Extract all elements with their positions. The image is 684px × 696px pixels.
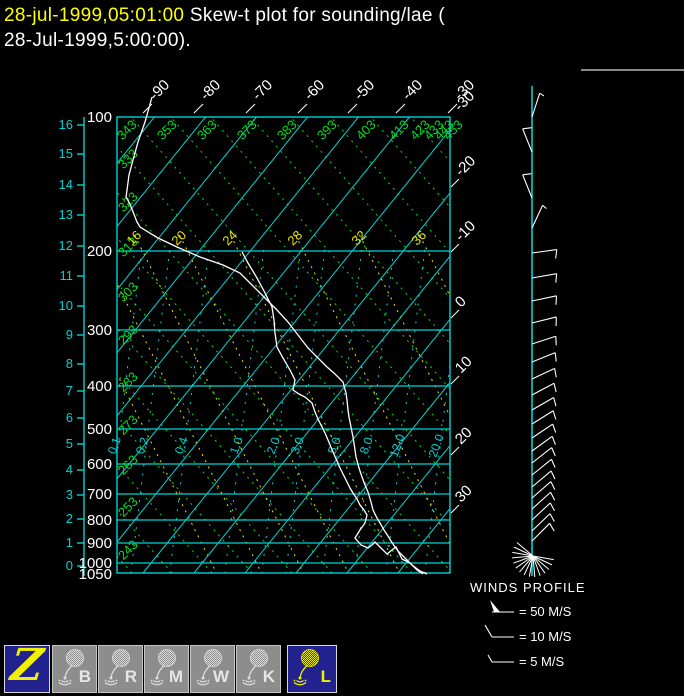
svg-text:0.1: 0.1 xyxy=(105,435,124,456)
winds-profile: WINDS PROFILE xyxy=(470,86,586,595)
toolbar-button-b[interactable]: B xyxy=(52,645,97,693)
svg-text:343: 343 xyxy=(114,117,140,143)
svg-text:1050: 1050 xyxy=(79,566,112,583)
button-label: R xyxy=(124,667,137,686)
svg-text:403: 403 xyxy=(353,117,379,143)
toolbar: ZBRMWKL xyxy=(0,639,360,696)
svg-text:WINDS PROFILE: WINDS PROFILE xyxy=(470,580,586,595)
svg-text:15: 15 xyxy=(59,146,73,161)
button-label: K xyxy=(262,667,275,686)
wind-legend: = 50 M/S = 10 M/S = 5 M/S xyxy=(484,600,572,669)
svg-text:-40: -40 xyxy=(399,76,426,103)
svg-text:0: 0 xyxy=(452,293,470,311)
svg-text:= 50 M/S: = 50 M/S xyxy=(519,604,572,619)
zebra-logo-icon: Z xyxy=(8,639,46,691)
svg-text:-90: -90 xyxy=(146,76,173,103)
svg-text:4: 4 xyxy=(66,462,73,477)
svg-text:800: 800 xyxy=(87,512,112,529)
svg-text:300: 300 xyxy=(87,322,112,339)
svg-text:333: 333 xyxy=(115,146,141,172)
svg-text:0.2: 0.2 xyxy=(133,435,152,456)
svg-text:3.0: 3.0 xyxy=(288,435,307,456)
skewt-plot: 343 353 363 373 383 393 403 4134234334434533333… xyxy=(59,76,586,669)
plot-grid xyxy=(117,117,450,573)
toolbar-button-r[interactable]: R xyxy=(98,645,143,693)
toolbar-button-l[interactable]: L xyxy=(287,645,337,693)
svg-text:100: 100 xyxy=(87,109,112,126)
svg-text:363: 363 xyxy=(194,117,220,143)
svg-text:32: 32 xyxy=(348,227,369,248)
svg-text:323: 323 xyxy=(115,189,141,215)
svg-text:2.0: 2.0 xyxy=(264,435,283,456)
svg-text:253: 253 xyxy=(115,494,141,520)
svg-text:28: 28 xyxy=(284,227,305,248)
svg-text:243: 243 xyxy=(115,537,141,563)
svg-text:13: 13 xyxy=(59,207,73,222)
svg-text:-70: -70 xyxy=(249,76,276,103)
toolbar-button-w[interactable]: W xyxy=(190,645,235,693)
toolbar-button-k[interactable]: K xyxy=(236,645,281,693)
temperature-trace xyxy=(125,96,428,575)
svg-text:5: 5 xyxy=(66,436,73,451)
button-label: L xyxy=(320,667,331,686)
svg-text:= 5 M/S: = 5 M/S xyxy=(519,654,564,669)
svg-text:-60: -60 xyxy=(301,76,328,103)
right-temperature-labels: -30-20-100102030 xyxy=(450,87,479,514)
weather-balloon-icon xyxy=(293,649,319,686)
svg-text:500: 500 xyxy=(87,421,112,438)
toolbar-button-z[interactable]: Z xyxy=(4,639,50,693)
svg-text:= 10 M/S: = 10 M/S xyxy=(519,629,572,644)
svg-text:36: 36 xyxy=(408,227,429,248)
svg-text:600: 600 xyxy=(87,456,112,473)
svg-text:3: 3 xyxy=(66,487,73,502)
svg-text:16: 16 xyxy=(59,117,73,132)
svg-text:6: 6 xyxy=(66,410,73,425)
svg-text:7: 7 xyxy=(66,383,73,398)
button-label: W xyxy=(212,667,229,686)
button-label: M xyxy=(168,667,183,686)
svg-text:30: 30 xyxy=(452,482,476,506)
svg-text:10: 10 xyxy=(59,298,73,313)
toolbar-button-m[interactable]: M xyxy=(144,645,189,693)
svg-text:20.0: 20.0 xyxy=(426,432,447,459)
svg-text:8: 8 xyxy=(66,356,73,371)
svg-text:12.0: 12.0 xyxy=(387,432,408,459)
top-temperature-labels: -90 -80 -70 -60 -50 -40 -30 xyxy=(142,76,478,114)
svg-text:10: 10 xyxy=(452,353,476,377)
svg-text:1: 1 xyxy=(66,535,73,550)
svg-text:0.4: 0.4 xyxy=(172,435,191,456)
flag-barb-icon xyxy=(490,600,500,612)
svg-text:373: 373 xyxy=(234,117,260,143)
svg-text:-80: -80 xyxy=(197,76,224,103)
svg-text:-50: -50 xyxy=(351,76,378,103)
svg-text:1.0: 1.0 xyxy=(227,435,246,456)
svg-text:273: 273 xyxy=(115,412,141,438)
button-label: B xyxy=(78,667,91,686)
svg-text:383: 383 xyxy=(274,117,300,143)
svg-text:400: 400 xyxy=(87,378,112,395)
svg-text:303: 303 xyxy=(115,279,141,305)
svg-text:-20: -20 xyxy=(452,152,479,179)
svg-text:24: 24 xyxy=(219,227,240,248)
plot-border xyxy=(116,116,451,574)
svg-text:263: 263 xyxy=(115,452,141,478)
svg-text:12: 12 xyxy=(59,238,73,253)
svg-text:11: 11 xyxy=(60,268,74,283)
svg-text:393: 393 xyxy=(314,117,340,143)
svg-text:14: 14 xyxy=(59,177,73,192)
svg-text:200: 200 xyxy=(87,243,112,260)
svg-text:-10: -10 xyxy=(452,217,479,244)
svg-text:2: 2 xyxy=(66,511,73,526)
svg-text:9: 9 xyxy=(66,327,73,342)
svg-text:353: 353 xyxy=(154,117,180,143)
svg-text:8.0: 8.0 xyxy=(357,435,376,456)
svg-text:700: 700 xyxy=(87,486,112,503)
height-axis: 012345678910111213141516 xyxy=(59,117,85,576)
svg-text:900: 900 xyxy=(87,535,112,552)
svg-text:20: 20 xyxy=(452,424,476,448)
svg-text:293: 293 xyxy=(115,322,141,348)
svg-text:0: 0 xyxy=(66,558,73,573)
dewpoint-trace xyxy=(241,251,424,575)
